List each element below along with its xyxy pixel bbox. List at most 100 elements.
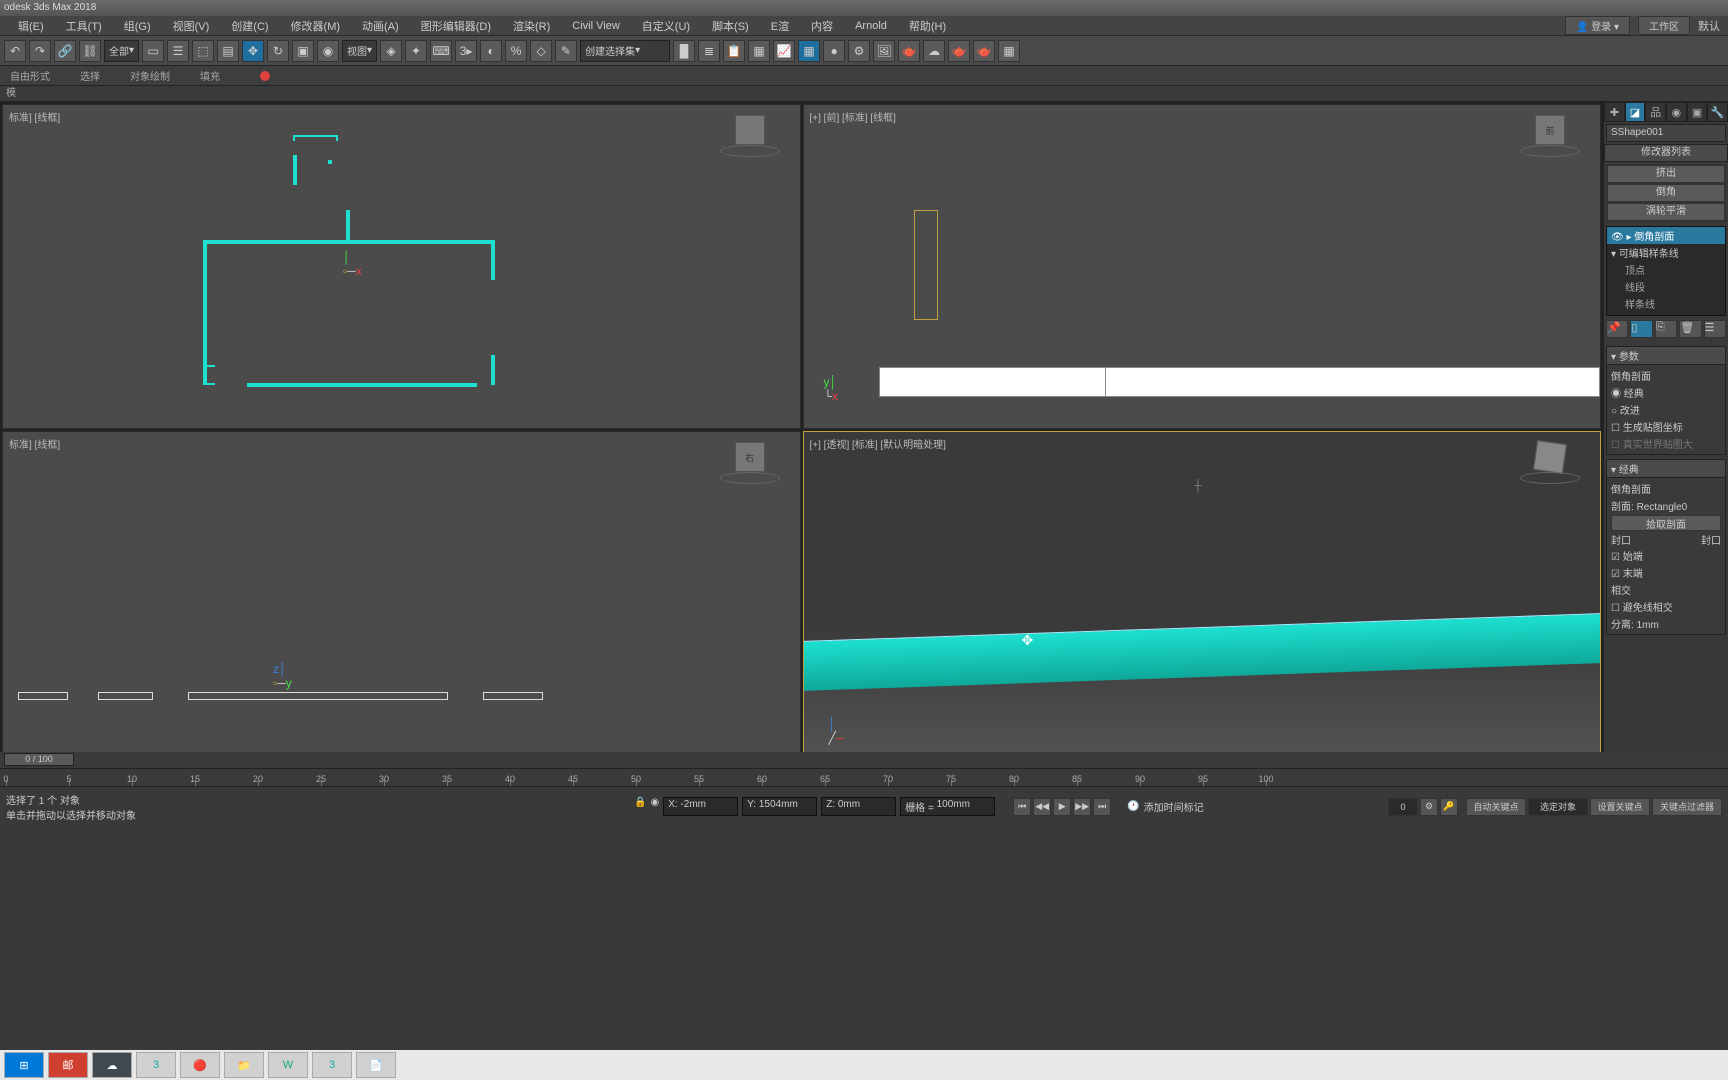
workspace-button[interactable]: 工作区 xyxy=(1638,16,1690,35)
stack-editable-spline[interactable]: ▾ 可编辑样条线 xyxy=(1607,244,1725,261)
menu-tools[interactable]: 工具(T) xyxy=(56,16,112,36)
viewport-left-label[interactable]: 标准] [线框] xyxy=(9,436,60,451)
time-tag-icon[interactable]: 🕐 xyxy=(1127,801,1139,812)
angle-snap-icon[interactable]: ◐ xyxy=(480,40,502,62)
ribbon-populate[interactable]: 填充 xyxy=(200,68,220,83)
viewcube-left[interactable]: 右 xyxy=(720,442,780,492)
rect-select-icon[interactable]: ⬚ xyxy=(192,40,214,62)
key-mode-icon[interactable]: 🔑 xyxy=(1440,798,1458,816)
placement-icon[interactable]: ◉ xyxy=(317,40,339,62)
goto-end-icon[interactable]: ⏭ xyxy=(1093,798,1111,816)
menu-help[interactable]: 帮助(H) xyxy=(899,16,956,36)
taskbar-app3[interactable]: 📄 xyxy=(356,1052,396,1078)
use-pivot-icon[interactable]: ◈ xyxy=(380,40,402,62)
create-tab[interactable]: ✚ xyxy=(1604,102,1625,122)
app-grid-icon[interactable]: ▦ xyxy=(998,40,1020,62)
layers-icon[interactable]: 📋 xyxy=(723,40,745,62)
render-icon[interactable]: 🫖 xyxy=(898,40,920,62)
percent-snap-icon[interactable]: % xyxy=(505,40,527,62)
menu-animation[interactable]: 动画(A) xyxy=(352,16,409,36)
undo-icon[interactable]: ↶ xyxy=(4,40,26,62)
taskbar-app1[interactable]: 邮 xyxy=(48,1052,88,1078)
taskbar-3dsmax2[interactable]: 3 xyxy=(312,1052,352,1078)
modify-tab[interactable]: ◪ xyxy=(1625,102,1646,122)
viewcube-front[interactable]: 前 xyxy=(1520,115,1580,165)
time-slider[interactable]: 0 / 100 xyxy=(0,752,1728,768)
next-frame-icon[interactable]: ▶▶ xyxy=(1073,798,1091,816)
rotate-icon[interactable]: ↻ xyxy=(267,40,289,62)
taskbar-browser[interactable]: 🔴 xyxy=(180,1052,220,1078)
menu-graph-editors[interactable]: 图形编辑器(D) xyxy=(411,16,501,36)
viewcube-persp[interactable] xyxy=(1520,442,1580,492)
params-header[interactable]: ▾ 参数 xyxy=(1606,346,1726,365)
select-manipulate-icon[interactable]: ✦ xyxy=(405,40,427,62)
toggle-ribbon-icon[interactable]: ▦ xyxy=(748,40,770,62)
link-icon[interactable]: 🔗 xyxy=(54,40,76,62)
ref-coord-dropdown[interactable]: 视图 ▾ xyxy=(342,40,377,62)
move-gizmo-icon[interactable]: ✥ xyxy=(1022,632,1034,649)
gen-mapping-checkbox[interactable]: ☐ 生成贴图坐标 xyxy=(1611,418,1721,435)
time-config-icon[interactable]: ⚙ xyxy=(1420,798,1438,816)
lock-icon[interactable]: 🔒 xyxy=(634,797,646,816)
show-end-result-icon[interactable]: ▯ xyxy=(1630,320,1652,338)
object-name-field[interactable]: SShape001 xyxy=(1606,124,1726,142)
classic-header[interactable]: ▾ 经典 xyxy=(1606,459,1726,478)
motion-tab[interactable]: ◉ xyxy=(1666,102,1687,122)
menu-create[interactable]: 创建(C) xyxy=(221,16,278,36)
y-coord-input[interactable]: Y: 1504mm xyxy=(742,797,817,816)
frame-input[interactable]: 0 xyxy=(1388,798,1418,816)
start-checkbox[interactable]: ☑ 始端 xyxy=(1611,547,1721,564)
menu-arnold[interactable]: Arnold xyxy=(845,18,897,34)
configure-sets-icon[interactable]: ☰ xyxy=(1704,320,1726,338)
share-view-icon[interactable]: 🫖 xyxy=(948,40,970,62)
schematic-view-icon[interactable]: ▦ xyxy=(798,40,820,62)
menu-group[interactable]: 组(G) xyxy=(114,16,161,36)
spinner-snap-icon[interactable]: ◇ xyxy=(530,40,552,62)
hierarchy-tab[interactable]: 品 xyxy=(1645,102,1666,122)
unlink-icon[interactable]: ⛓ xyxy=(79,40,101,62)
viewport-front-label[interactable]: [+] [前] [标准] [线框] xyxy=(810,109,896,124)
curve-editor-icon[interactable]: 📈 xyxy=(773,40,795,62)
menu-edit[interactable]: 辑(E) xyxy=(8,16,54,36)
render-frame-icon[interactable]: 🖼 xyxy=(873,40,895,62)
taskbar-3dsmax1[interactable]: 3 xyxy=(136,1052,176,1078)
render-setup-icon[interactable]: ⚙ xyxy=(848,40,870,62)
taskbar-app2[interactable]: ☁ xyxy=(92,1052,132,1078)
menu-civil-view[interactable]: Civil View xyxy=(562,18,629,34)
keyboard-shortcut-icon[interactable]: ⌨ xyxy=(430,40,452,62)
modifier-stack[interactable]: 👁 ▸ 倒角剖面 ▾ 可编辑样条线 顶点 线段 样条线 xyxy=(1606,226,1726,316)
stack-spline[interactable]: 样条线 xyxy=(1607,295,1725,312)
select-by-name-icon[interactable]: ☰ xyxy=(167,40,189,62)
viewcube-top[interactable] xyxy=(720,115,780,165)
viewport-perspective[interactable]: [+] [透视] [标准] [默认明暗处理] ✥ │╱─ ┼ xyxy=(803,431,1602,756)
z-coord-input[interactable]: Z: 0mm xyxy=(821,797,896,816)
redo-icon[interactable]: ↷ xyxy=(29,40,51,62)
mod-bevel-button[interactable]: 倒角 xyxy=(1607,184,1725,202)
viewport-perspective-label[interactable]: [+] [透视] [标准] [默认明暗处理] xyxy=(810,436,946,451)
viewport-top[interactable]: 标准] [线框] │▫─x xyxy=(2,104,801,429)
time-slider-handle[interactable]: 0 / 100 xyxy=(4,753,74,766)
mod-extrude-button[interactable]: 挤出 xyxy=(1607,165,1725,183)
improved-radio[interactable]: ○ 改进 xyxy=(1611,401,1721,418)
add-time-tag[interactable]: 添加时间标记 xyxy=(1144,799,1204,814)
menu-customize[interactable]: 自定义(U) xyxy=(632,16,700,36)
isolate-icon[interactable]: ◉ xyxy=(650,797,659,816)
align-icon[interactable]: ≣ xyxy=(698,40,720,62)
menu-views[interactable]: 视图(V) xyxy=(163,16,220,36)
play-icon[interactable]: ▶ xyxy=(1053,798,1071,816)
named-selection-dropdown[interactable]: 创建选择集 ▾ xyxy=(580,40,670,62)
ribbon-selection[interactable]: 选择 xyxy=(80,68,100,83)
prev-frame-icon[interactable]: ◀◀ xyxy=(1033,798,1051,816)
x-coord-input[interactable]: X: -2mm xyxy=(663,797,738,816)
stack-bevel-profile[interactable]: 👁 ▸ 倒角剖面 xyxy=(1607,227,1725,244)
modifier-list-header[interactable]: 修改器列表 xyxy=(1604,144,1728,162)
end-checkbox[interactable]: ☑ 末端 xyxy=(1611,564,1721,581)
snaps-toggle-icon[interactable]: 3▸ xyxy=(455,40,477,62)
classic-radio[interactable]: ◉ 经典 xyxy=(1611,384,1721,401)
make-unique-icon[interactable]: ⎘ xyxy=(1655,320,1677,338)
select-icon[interactable]: ▭ xyxy=(142,40,164,62)
avoid-intersect-checkbox[interactable]: ☐ 避免线相交 xyxy=(1611,598,1721,615)
set-key-button[interactable]: 设置关键点 xyxy=(1590,798,1650,816)
taskbar-wps[interactable]: W xyxy=(268,1052,308,1078)
edit-named-sel-icon[interactable]: ✎ xyxy=(555,40,577,62)
